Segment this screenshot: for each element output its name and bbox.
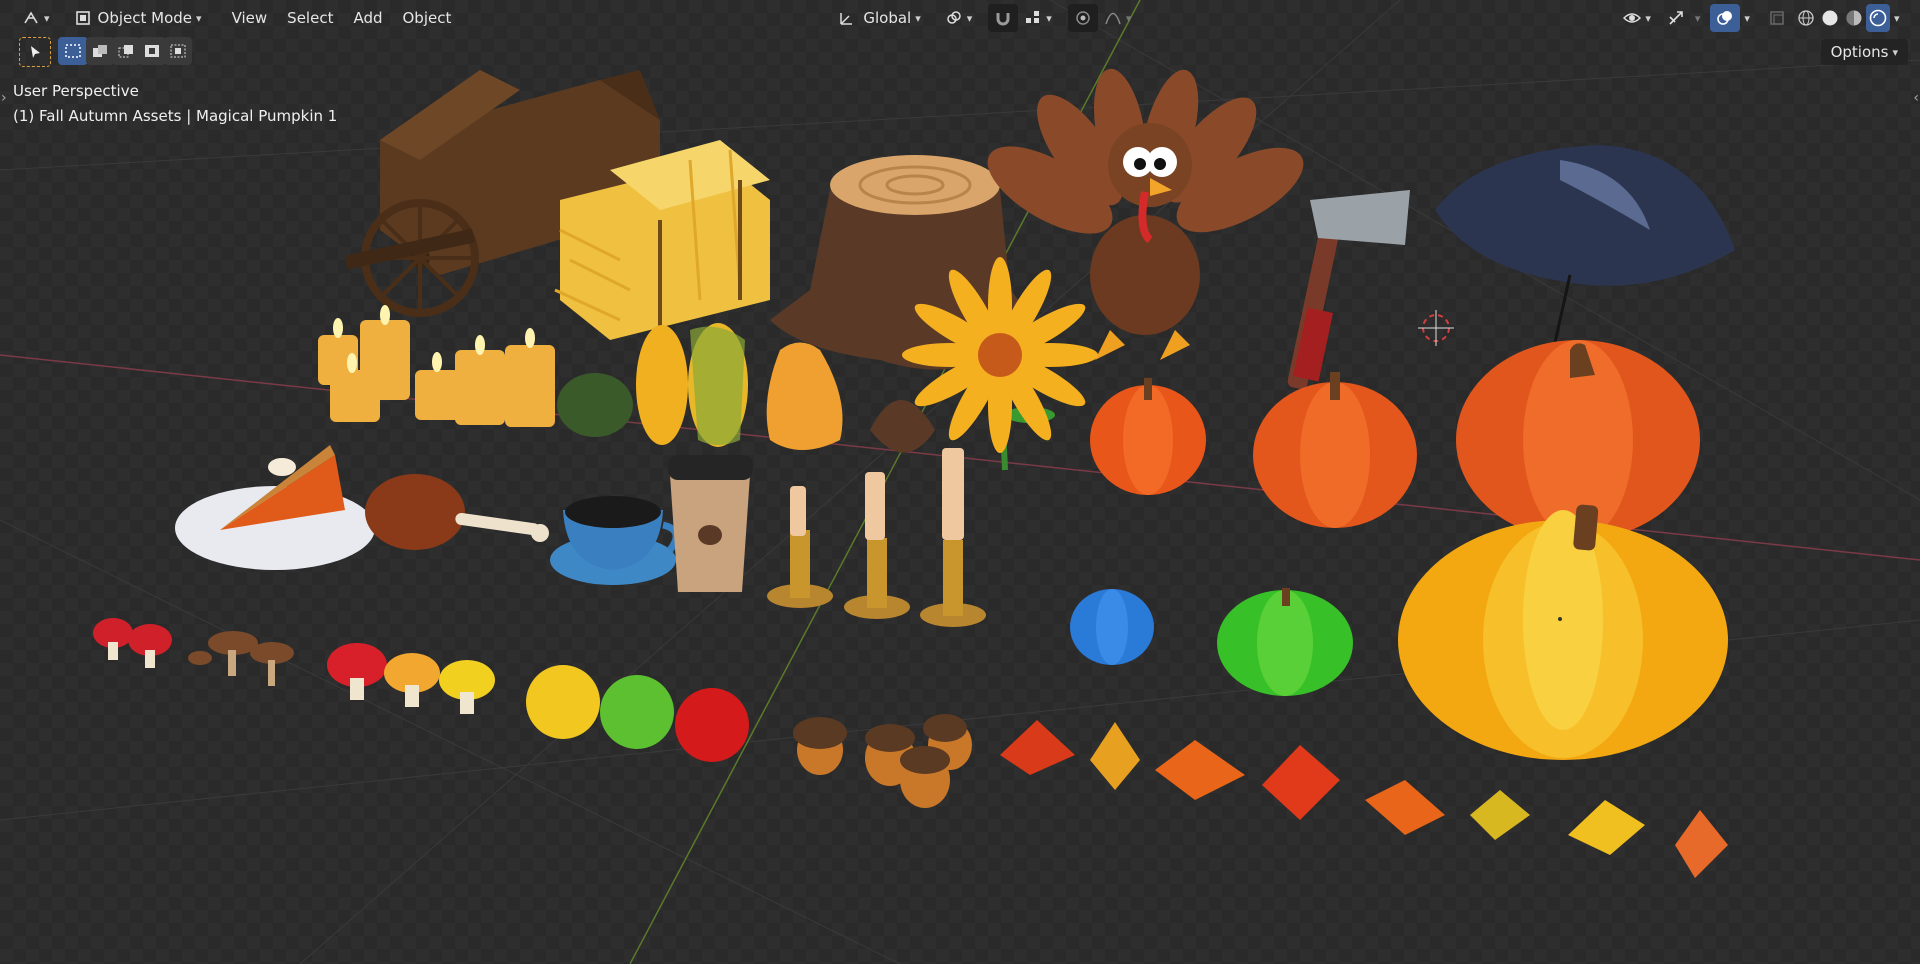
chevron-down-icon: ▾ xyxy=(1645,11,1651,25)
butternut-squash[interactable] xyxy=(766,342,843,451)
view-perspective-label: User Perspective xyxy=(13,82,139,100)
acorn-cluster[interactable] xyxy=(865,714,972,808)
magnet-icon xyxy=(994,9,1012,27)
chevron-down-icon: ▾ xyxy=(44,11,50,25)
xray-toggle[interactable] xyxy=(1762,4,1792,32)
chevron-down-icon: ▾ xyxy=(966,11,973,25)
falloff-curve-icon xyxy=(1104,9,1122,27)
brown-mushrooms[interactable] xyxy=(188,631,294,686)
select-subtract-icon xyxy=(117,42,135,60)
active-object-label: (1) Fall Autumn Assets | Magical Pumpkin… xyxy=(13,107,338,125)
menu-view[interactable]: View xyxy=(222,9,278,27)
spotted-mushrooms[interactable] xyxy=(327,643,495,714)
mode-dropdown[interactable]: Object Mode ▾ xyxy=(68,4,208,32)
snap-grid-icon xyxy=(1024,9,1042,27)
select-extend-icon xyxy=(91,42,109,60)
pumpkin-pie-slice[interactable] xyxy=(175,445,375,570)
scene-render xyxy=(0,0,1920,964)
visibility-dropdown[interactable]: ▾ xyxy=(1617,4,1657,32)
chevron-down-icon: ▾ xyxy=(196,11,202,25)
proportional-edit-icon xyxy=(1074,9,1092,27)
proportional-edit-toggle[interactable] xyxy=(1067,4,1098,32)
viewport-header: ▾ Object Mode ▾ View Select Add Object G… xyxy=(0,0,1920,36)
candlestick-3[interactable] xyxy=(920,448,986,627)
tool-settings-row xyxy=(0,37,1920,67)
select-mode-new[interactable] xyxy=(58,37,88,65)
transform-orientation-label: Global xyxy=(863,9,912,27)
orange-pumpkin-medium[interactable] xyxy=(1253,372,1417,528)
magical-pumpkin-yellow[interactable] xyxy=(1398,504,1728,760)
pine-cone[interactable] xyxy=(870,400,935,453)
select-tool-button[interactable] xyxy=(19,37,51,67)
view3d-icon xyxy=(22,9,40,27)
chevron-down-icon: ▾ xyxy=(915,11,921,25)
axe[interactable] xyxy=(1287,190,1410,390)
gizmo-dropdown-chevron[interactable]: ▾ xyxy=(1695,12,1701,25)
overlays-toggle[interactable] xyxy=(1710,4,1741,32)
snap-target-dropdown[interactable]: ▾ xyxy=(1018,4,1058,32)
select-new-icon xyxy=(64,42,82,60)
3d-viewport[interactable] xyxy=(0,0,1920,964)
editor-type-button[interactable]: ▾ xyxy=(16,4,56,32)
yellow-apple[interactable] xyxy=(526,665,600,739)
orientation-icon xyxy=(837,9,855,27)
material-shading-icon xyxy=(1845,9,1863,27)
shading-solid[interactable] xyxy=(1818,4,1842,32)
select-mode-intersect[interactable] xyxy=(164,37,192,65)
transform-orientation-dropdown[interactable]: Global ▾ xyxy=(831,4,926,32)
options-label: Options xyxy=(1830,43,1889,61)
wireframe-shading-icon xyxy=(1797,9,1815,27)
turkey-drumstick[interactable] xyxy=(365,474,549,550)
coffee-cup-saucer[interactable] xyxy=(550,496,680,585)
takeaway-coffee-cup[interactable] xyxy=(668,455,753,592)
green-gourd[interactable] xyxy=(557,373,633,437)
pillar-candles[interactable] xyxy=(318,320,555,427)
chevron-down-icon: ▾ xyxy=(1892,45,1898,59)
menu-add[interactable]: Add xyxy=(343,9,392,27)
eye-icon xyxy=(1623,9,1642,27)
overlays-dropdown-chevron[interactable]: ▾ xyxy=(1744,12,1750,25)
select-invert-icon xyxy=(143,42,161,60)
pivot-point-dropdown[interactable]: ▾ xyxy=(939,4,979,32)
menu-object[interactable]: Object xyxy=(393,9,462,27)
solid-shading-icon xyxy=(1821,9,1839,27)
toolbar-expand-arrow[interactable]: › xyxy=(1,90,7,106)
link-pivot-icon xyxy=(945,9,963,27)
snap-toggle[interactable] xyxy=(988,4,1019,32)
corn-cob-1[interactable] xyxy=(636,325,688,445)
blue-pumpkin[interactable] xyxy=(1070,589,1154,665)
red-mushrooms-small[interactable] xyxy=(93,618,172,668)
shading-wireframe[interactable] xyxy=(1794,4,1818,32)
select-mode-extend[interactable] xyxy=(86,37,114,65)
select-mode-invert[interactable] xyxy=(138,37,166,65)
chevron-down-icon: ▾ xyxy=(1046,11,1052,25)
chevron-down-icon: ▾ xyxy=(1125,11,1132,25)
select-intersect-icon xyxy=(169,42,187,60)
red-apple[interactable] xyxy=(675,688,749,762)
rendered-shading-icon xyxy=(1869,9,1887,27)
object-mode-icon xyxy=(74,9,92,27)
menu-select[interactable]: Select xyxy=(277,9,343,27)
acorn-single[interactable] xyxy=(793,717,847,775)
green-pumpkin[interactable] xyxy=(1217,588,1353,696)
3d-cursor-icon xyxy=(1418,310,1454,346)
mode-label: Object Mode xyxy=(97,9,193,27)
gizmo-toggle[interactable] xyxy=(1661,4,1691,32)
options-dropdown[interactable]: Options ▾ xyxy=(1820,39,1908,65)
select-mode-subtract[interactable] xyxy=(112,37,140,65)
shading-material[interactable] xyxy=(1842,4,1866,32)
cursor-select-icon xyxy=(26,43,44,61)
candlestick-2[interactable] xyxy=(844,472,910,619)
gizmo-icon xyxy=(1667,9,1685,27)
green-apple[interactable] xyxy=(600,675,674,749)
umbrella[interactable] xyxy=(1435,145,1735,366)
overlays-icon xyxy=(1716,9,1734,27)
candlestick-1[interactable] xyxy=(767,486,833,608)
falloff-dropdown[interactable]: ▾ xyxy=(1098,4,1138,32)
xray-icon xyxy=(1768,9,1786,27)
shading-rendered[interactable] xyxy=(1865,4,1890,32)
orange-pumpkin-small[interactable] xyxy=(1090,378,1206,495)
shading-dropdown-chevron[interactable]: ▾ xyxy=(1894,12,1900,25)
sidebar-expand-arrow[interactable]: ‹ xyxy=(1913,90,1919,106)
